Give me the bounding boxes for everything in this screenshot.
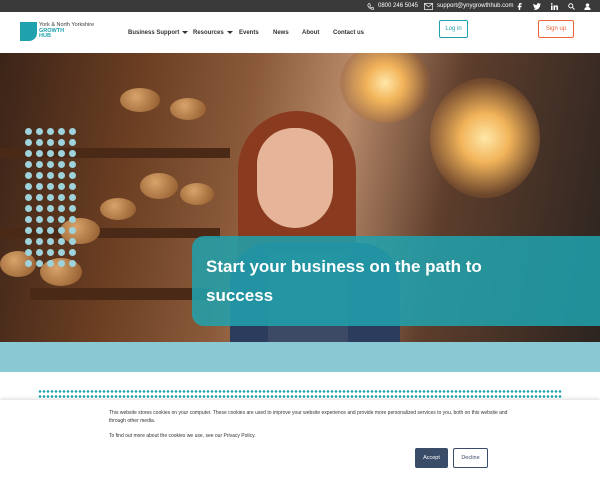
twitter-link[interactable] xyxy=(533,0,541,12)
facebook-link[interactable] xyxy=(517,0,522,12)
nav-label: Business Support xyxy=(128,29,180,36)
nav-resources[interactable]: Resources xyxy=(193,12,233,53)
bread-loaf xyxy=(140,173,178,199)
twitter-icon xyxy=(533,2,541,10)
growth-hub-logo[interactable]: York & North Yorkshire GROWTH HUB xyxy=(20,22,94,41)
search-button[interactable] xyxy=(568,0,575,12)
search-icon xyxy=(568,2,575,10)
decline-cookies-button[interactable]: Decline xyxy=(453,448,488,468)
pendant-lamp xyxy=(430,78,540,198)
login-button[interactable]: Log in xyxy=(439,20,468,38)
email-link[interactable]: support@ynygrowthhub.com xyxy=(424,0,513,12)
decorative-dot-row xyxy=(38,390,562,393)
bread-loaf xyxy=(170,98,206,120)
nav-label: Events xyxy=(239,29,259,36)
phone-link[interactable]: 0800 246 5045 xyxy=(367,0,418,12)
teal-strip xyxy=(0,342,600,372)
phone-icon xyxy=(367,2,374,10)
cookie-description: This website stores cookies on your comp… xyxy=(109,410,508,424)
nav-news[interactable]: News xyxy=(273,12,289,53)
hero-title-banner: Start your business on the path to succe… xyxy=(192,236,600,326)
woman-face xyxy=(257,128,333,228)
nav-label: Resources xyxy=(193,29,224,36)
pendant-lamp xyxy=(340,53,430,123)
top-utility-bar: 0800 246 5045 support@ynygrowthhub.com xyxy=(0,0,600,12)
user-icon xyxy=(584,2,591,10)
email-address: support@ynygrowthhub.com xyxy=(437,3,514,9)
nav-events[interactable]: Events xyxy=(239,12,259,53)
linkedin-icon xyxy=(551,2,558,10)
nav-label: Contact us xyxy=(333,29,365,36)
bread-loaf xyxy=(120,88,160,112)
linkedin-link[interactable] xyxy=(551,0,558,12)
account-button[interactable] xyxy=(584,0,591,12)
nav-about[interactable]: About xyxy=(302,12,319,53)
phone-number: 0800 246 5045 xyxy=(378,3,419,9)
nav-label: News xyxy=(273,29,289,36)
logo-mark xyxy=(20,22,37,41)
logo-text: York & North Yorkshire GROWTH HUB xyxy=(39,22,95,40)
cookie-privacy-note: To find out more about the cookies we us… xyxy=(109,433,256,439)
chevron-down-icon xyxy=(182,31,189,34)
facebook-icon xyxy=(517,2,522,10)
bread-loaf xyxy=(180,183,214,205)
email-icon xyxy=(424,2,433,10)
chevron-down-icon xyxy=(226,31,233,34)
nav-contact-us[interactable]: Contact us xyxy=(333,12,364,53)
site-header: York & North Yorkshire GROWTH HUB Busine… xyxy=(0,12,600,53)
bakery-shelf xyxy=(30,288,210,300)
signup-button[interactable]: Sign up xyxy=(538,20,574,38)
cookie-consent-banner: This website stores cookies on your comp… xyxy=(0,400,600,480)
nav-business-support[interactable]: Business Support xyxy=(128,12,189,53)
bread-loaf xyxy=(100,198,136,220)
hero-title: Start your business on the path to succe… xyxy=(206,257,482,305)
decorative-dot-row xyxy=(38,395,562,398)
accept-cookies-button[interactable]: Accept xyxy=(415,448,448,468)
decorative-dot-grid xyxy=(25,128,81,270)
nav-label: About xyxy=(302,29,320,36)
